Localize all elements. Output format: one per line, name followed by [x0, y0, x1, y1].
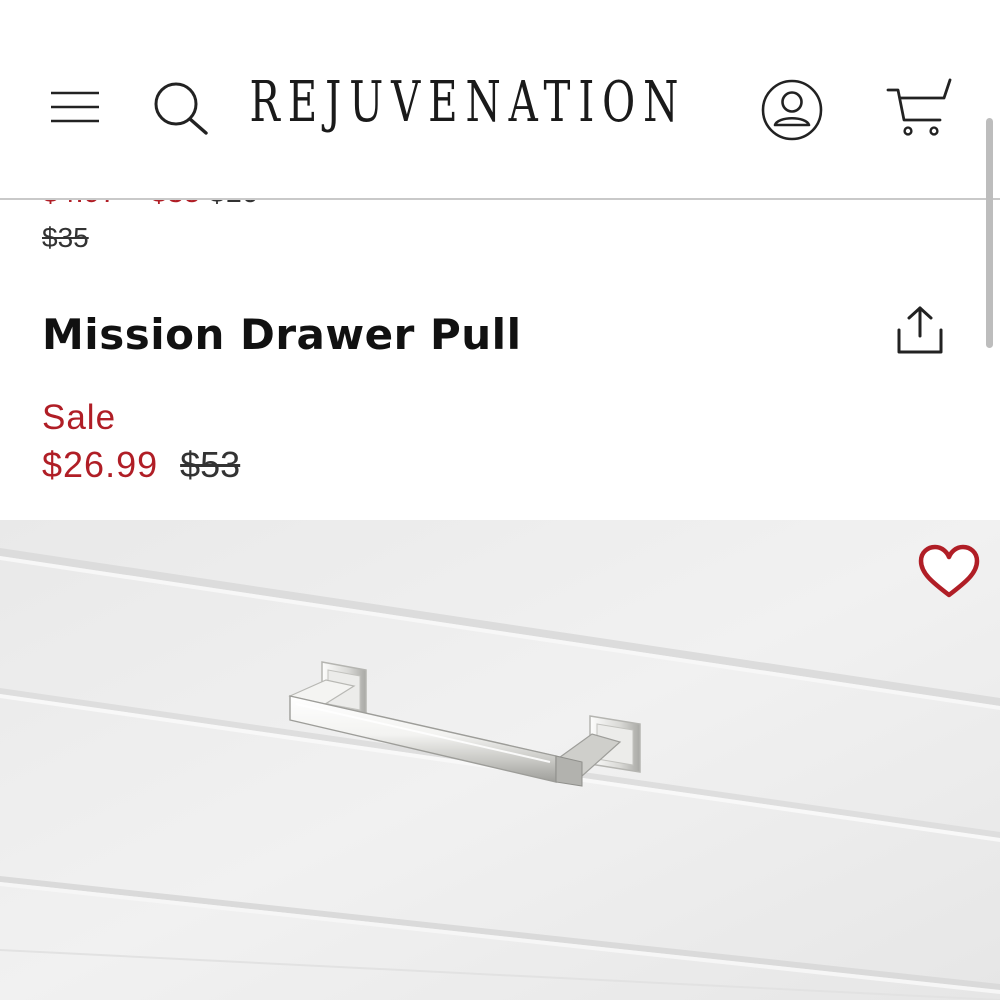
share-icon[interactable] — [894, 304, 946, 358]
sale-price: $26.99 — [42, 444, 159, 485]
site-header: REJUVENATION — [0, 0, 1000, 200]
product-page: $4.97 – $35$10 – $35 REJUVENATION Missio… — [0, 0, 1000, 1000]
price-row: $26.99 $53 — [42, 444, 240, 486]
product-image[interactable] — [0, 520, 1000, 1000]
heart-icon[interactable] — [918, 544, 980, 600]
original-price: $53 — [180, 444, 241, 485]
cart-icon[interactable] — [886, 76, 952, 138]
site-logo[interactable]: REJUVENATION — [244, 62, 692, 144]
page-scrollbar[interactable] — [986, 118, 993, 348]
product-title: Mission Drawer Pull — [42, 310, 522, 359]
sale-label: Sale — [42, 398, 117, 437]
previous-item-was-price-end: $35 — [42, 222, 89, 253]
hamburger-menu-icon[interactable] — [50, 90, 100, 124]
account-icon[interactable] — [760, 78, 824, 142]
search-icon[interactable] — [152, 80, 210, 136]
